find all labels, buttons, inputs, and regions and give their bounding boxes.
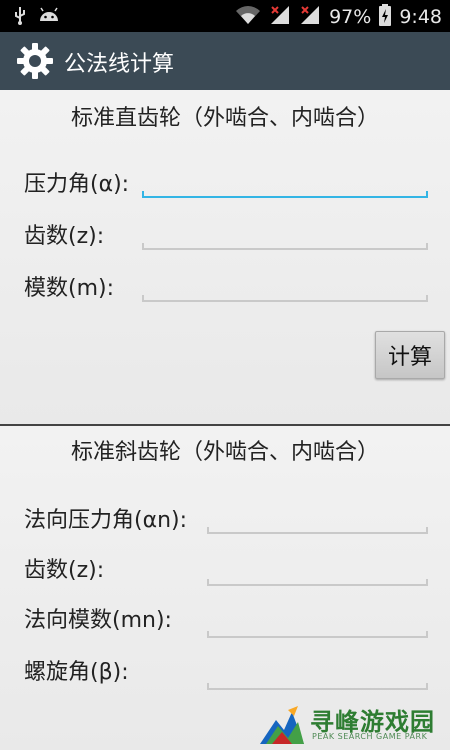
clock: 9:48 (399, 6, 442, 28)
input-tick (142, 295, 144, 302)
input-tick (426, 527, 428, 534)
android-icon (38, 7, 60, 29)
normal-module-input[interactable] (207, 602, 428, 638)
field-label: 齿数(z): (24, 224, 105, 249)
teeth-count-input[interactable] (142, 214, 428, 250)
watermark: 寻峰游戏园 PEAK SEARCH GAME PARK (258, 702, 448, 748)
input-tick (426, 295, 428, 302)
action-bar: 公法线计算 (0, 32, 450, 90)
wifi-icon (235, 4, 261, 30)
signal-icon (299, 4, 321, 30)
module-input[interactable] (142, 266, 428, 302)
mountain-logo-icon (258, 704, 306, 750)
input-tick (142, 191, 144, 198)
input-tick (207, 527, 209, 534)
teeth-count-input-wrap (142, 214, 428, 250)
normal-pressure-angle-input-wrap (207, 498, 428, 534)
input-tick (207, 579, 209, 586)
section-title: 标准直齿轮（外啮合、内啮合） (70, 106, 379, 131)
battery-icon (379, 4, 392, 30)
signal-icon (269, 4, 291, 30)
section-title: 标准斜齿轮（外啮合、内啮合） (70, 440, 379, 465)
pressure-angle-input[interactable] (142, 162, 428, 198)
helix-angle-input-wrap (207, 654, 428, 690)
app-title: 公法线计算 (64, 52, 175, 77)
module-input-wrap (142, 266, 428, 302)
input-tick (426, 243, 428, 250)
input-tick (142, 243, 144, 250)
helical-teeth-count-input-wrap (207, 550, 428, 586)
input-tick (426, 683, 428, 690)
field-label: 压力角(α): (24, 172, 130, 197)
battery-percent: 97% (329, 6, 372, 28)
field-label: 法向压力角(αn): (24, 508, 188, 533)
input-tick (426, 191, 428, 198)
field-label: 模数(m): (24, 276, 115, 301)
field-label: 法向模数(mn): (24, 608, 172, 633)
usb-icon (12, 6, 28, 30)
pressure-angle-input-wrap (142, 162, 428, 198)
watermark-subtext: PEAK SEARCH GAME PARK (312, 732, 428, 741)
status-bar: 97% 9:48 (0, 0, 450, 32)
input-tick (207, 631, 209, 638)
gear-icon[interactable] (16, 42, 54, 80)
input-tick (426, 631, 428, 638)
normal-module-input-wrap (207, 602, 428, 638)
helical-teeth-count-input[interactable] (207, 550, 428, 586)
field-label: 齿数(z): (24, 558, 105, 583)
field-label: 螺旋角(β): (24, 660, 129, 685)
input-tick (207, 683, 209, 690)
normal-pressure-angle-input[interactable] (207, 498, 428, 534)
calculate-button[interactable]: 计算 (375, 331, 445, 379)
input-tick (426, 579, 428, 586)
helix-angle-input[interactable] (207, 654, 428, 690)
